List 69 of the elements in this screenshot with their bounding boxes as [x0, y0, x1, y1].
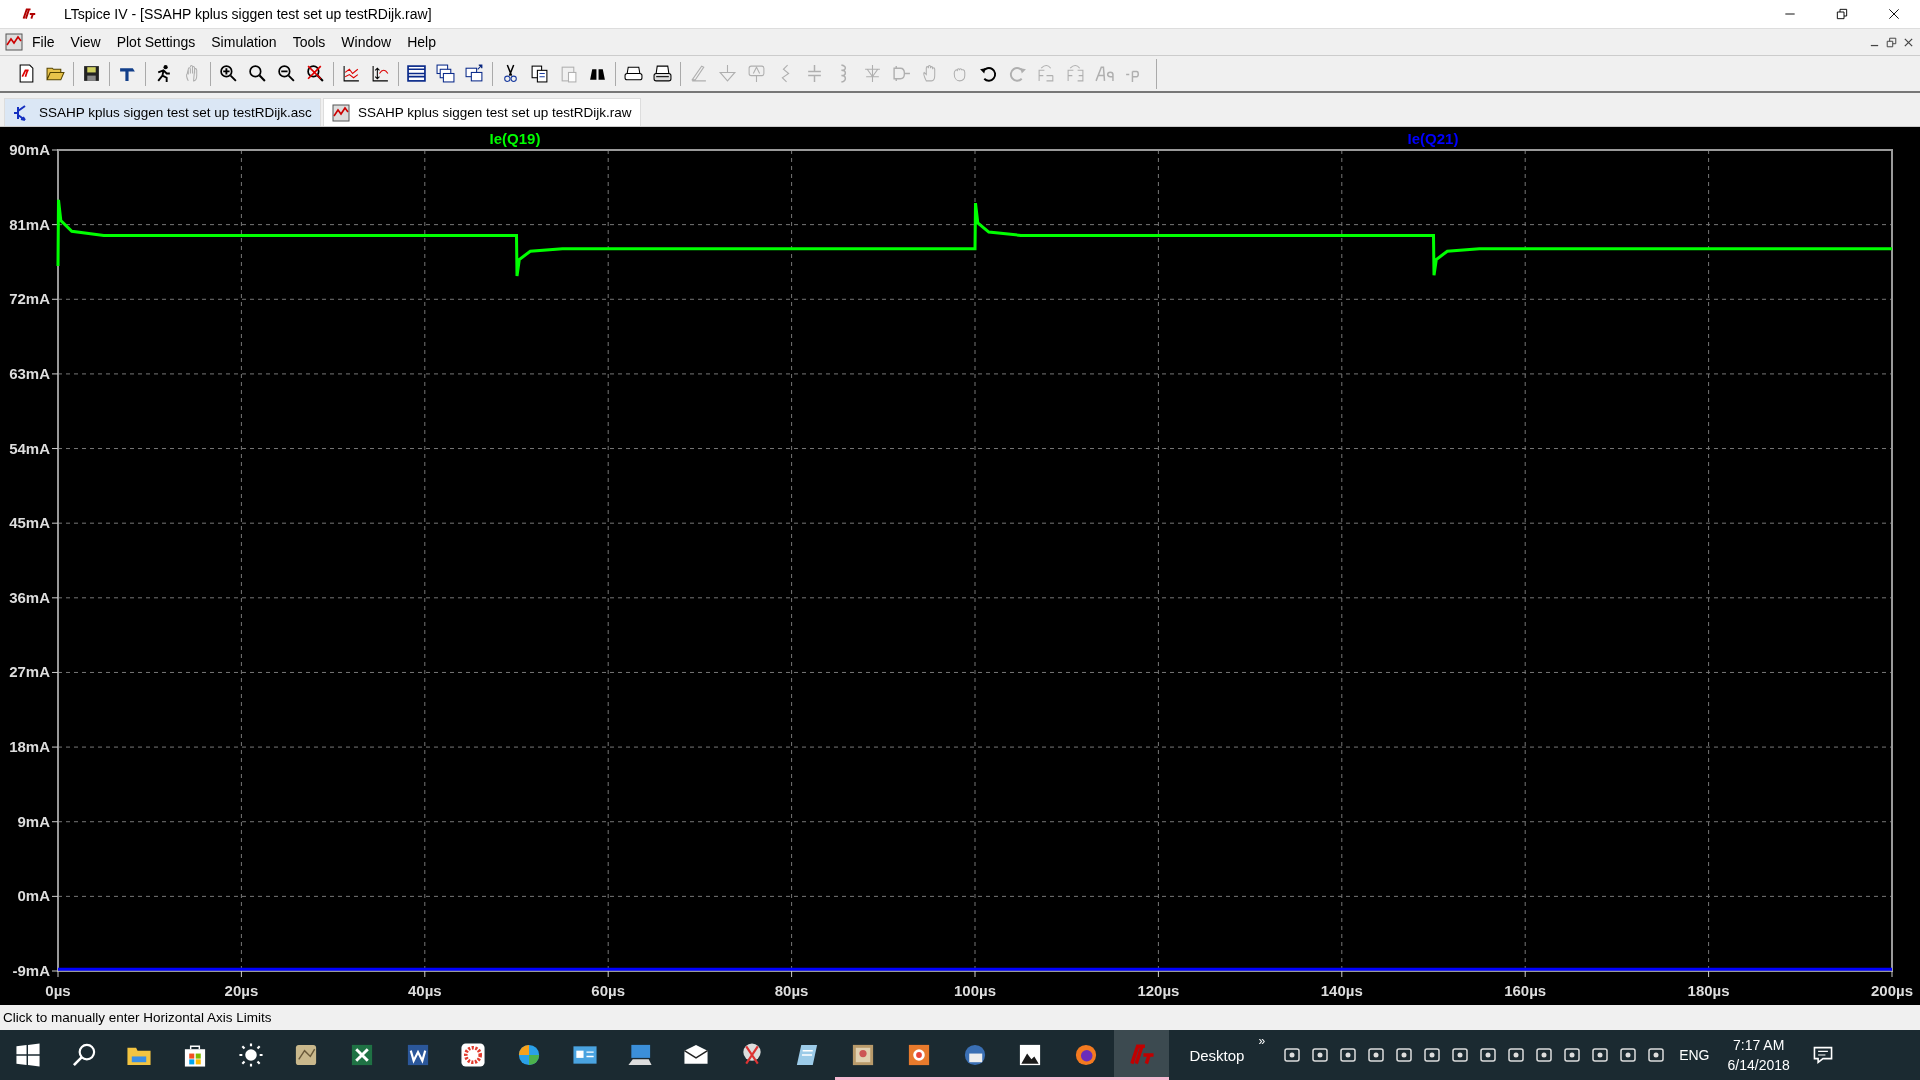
print-preview-icon[interactable] — [624, 64, 643, 83]
zoom-in-icon[interactable] — [219, 64, 238, 83]
waveform-window-icon — [4, 33, 24, 51]
toolbar-chevron[interactable]: » — [1258, 1034, 1266, 1080]
sun-icon — [237, 1042, 264, 1068]
y-axis-label: 27mA — [9, 663, 50, 681]
y-axis-label: 36mA — [9, 588, 50, 606]
autorange-icon[interactable] — [342, 64, 361, 83]
x-axis-label: 60µs — [591, 982, 626, 999]
save-icon[interactable] — [82, 64, 101, 83]
y-axis-label: 9mA — [17, 812, 50, 830]
x-axis-label: 200µs — [1871, 982, 1913, 999]
document-tab[interactable]: SSAHP kplus siggen test set up testRDijk.raw — [322, 98, 641, 126]
y-axis-label: 54mA — [9, 439, 50, 457]
window-title: LTspice IV - [SSAHP kplus siggen test set up testRDijk.raw] — [64, 6, 433, 22]
y-axis-label: 63mA — [9, 364, 50, 382]
y-axis-label: 72mA — [9, 290, 50, 308]
x-axis-label: 40µs — [407, 982, 442, 999]
x-axis-label: 0µs — [45, 982, 71, 999]
x-axis-label: 160µs — [1504, 982, 1547, 999]
start-icon — [14, 1042, 41, 1068]
app-logo-icon — [20, 7, 38, 21]
menu-item[interactable]: Tools — [284, 34, 334, 50]
printer-icon[interactable] — [653, 64, 672, 83]
y-axis-label: 90mA — [9, 141, 50, 158]
x-axis-label: 100µs — [954, 982, 996, 999]
x-axis-label: 140µs — [1320, 982, 1363, 999]
tile-horizontal-icon[interactable] — [407, 64, 426, 83]
y-axis-label: 81mA — [9, 215, 50, 233]
close-icon[interactable] — [1903, 36, 1914, 48]
menu-item[interactable]: View — [62, 34, 109, 50]
clock-time[interactable]: 7:17 AM — [1732, 1035, 1785, 1055]
taskbar-button[interactable] — [1113, 1030, 1170, 1080]
scissors-icon[interactable] — [501, 64, 520, 83]
new-file-icon[interactable] — [17, 64, 36, 83]
zoom-out-icon[interactable] — [277, 64, 296, 83]
x-axis-label: 120µs — [1137, 982, 1180, 999]
zoom-cancel-icon[interactable] — [306, 64, 325, 83]
menu-item[interactable]: Window — [333, 34, 400, 50]
restore-icon[interactable] — [1836, 8, 1848, 20]
y-axis-label: 18mA — [9, 738, 50, 756]
menu-item[interactable]: File — [24, 34, 63, 50]
search-icon — [70, 1042, 97, 1068]
undo-icon[interactable] — [979, 64, 998, 83]
notification-icon[interactable] — [1811, 1044, 1834, 1066]
close-icon[interactable] — [1888, 8, 1900, 20]
trace-label[interactable]: Ie(Q19) — [489, 130, 541, 147]
x-axis-label: 180µs — [1687, 982, 1730, 999]
cascade-icon[interactable] — [436, 64, 455, 83]
fit-plot-icon[interactable] — [371, 64, 390, 83]
menu-item[interactable]: Help — [399, 34, 444, 50]
x-axis-label: 80µs — [774, 982, 809, 999]
waveform-window-icon — [331, 103, 350, 122]
desktop-toolbar-label[interactable]: Desktop — [1189, 1030, 1245, 1080]
magnifier-icon[interactable] — [248, 64, 267, 83]
y-axis-label: -9mA — [12, 962, 50, 979]
copy-icon[interactable] — [530, 64, 549, 83]
menu-item[interactable]: Plot Settings — [108, 34, 204, 50]
ring-icon — [460, 1042, 487, 1068]
language-indicator[interactable]: ENG — [1679, 1030, 1710, 1080]
document-tab[interactable]: SSAHP kplus siggen test set up testRDijk.asc — [4, 98, 321, 126]
tile-vertical-icon[interactable] — [465, 64, 484, 83]
computer-icon — [627, 1042, 654, 1068]
clock-date[interactable]: 6/14/2018 — [1727, 1055, 1790, 1075]
y-axis-label: 45mA — [9, 514, 50, 532]
y-axis-label: 0mA — [17, 887, 50, 905]
status-text: Click to manually enter Horizontal Axis Limits — [3, 1010, 272, 1025]
menu-item[interactable]: Simulation — [203, 34, 285, 50]
x-axis-label: 20µs — [224, 982, 259, 999]
